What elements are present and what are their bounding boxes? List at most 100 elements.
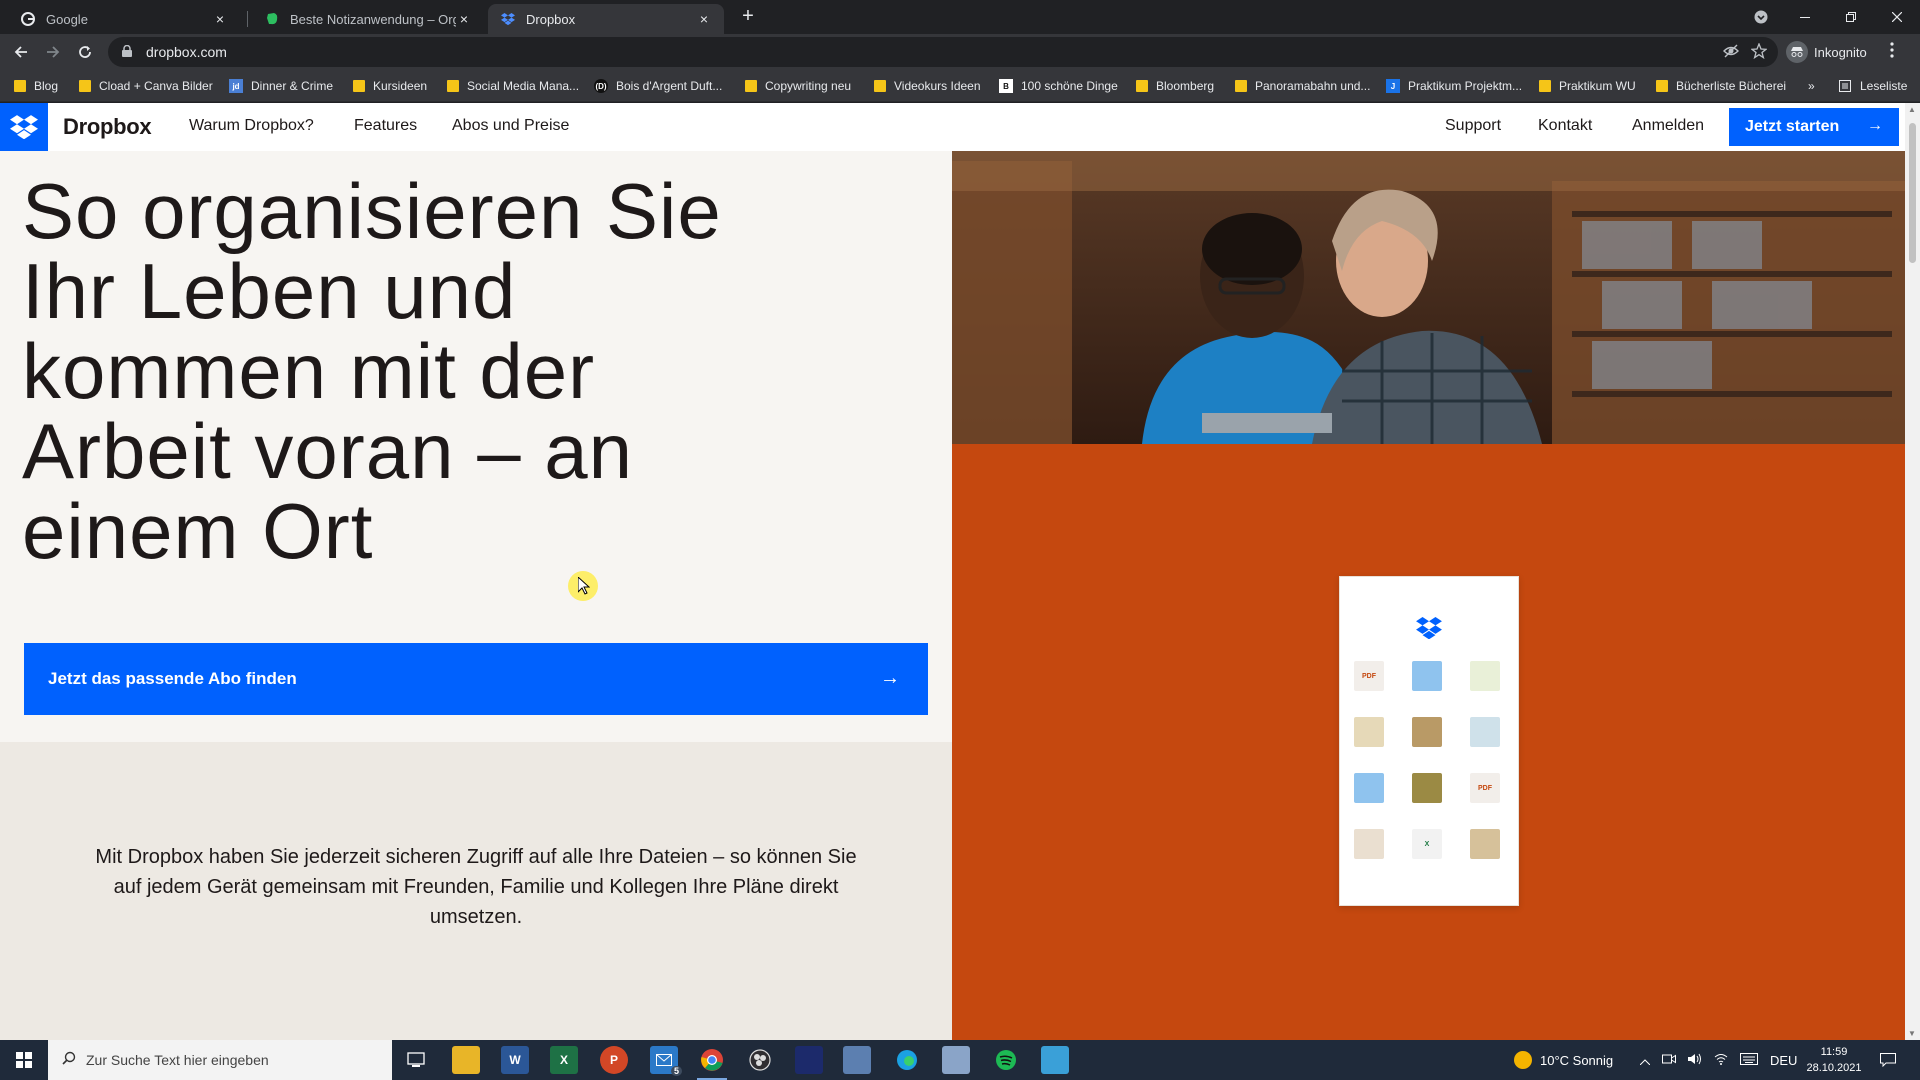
excel-icon[interactable]: X: [550, 1046, 578, 1074]
tracking-eye-off-icon[interactable]: [1723, 43, 1739, 63]
scrollbar-thumb[interactable]: [1909, 123, 1916, 263]
bookmark-label: Praktikum WU: [1559, 79, 1636, 93]
notepad-icon[interactable]: [942, 1046, 970, 1074]
hero-title-line: So organisieren Sie: [22, 167, 722, 255]
jetzt-starten-button[interactable]: Jetzt starten →: [1729, 108, 1899, 146]
wifi-icon[interactable]: [1714, 1053, 1728, 1068]
task-view-icon[interactable]: [402, 1046, 430, 1074]
folder-icon: [447, 80, 459, 92]
photo-editor-icon[interactable]: [1041, 1046, 1069, 1074]
brand-wordmark[interactable]: Dropbox: [63, 114, 152, 140]
taskbar-search-box[interactable]: Zur Suche Text hier eingeben: [48, 1040, 392, 1080]
browser-tab-bar: Google × Beste Notizanwendung – Organi ×…: [0, 0, 1920, 34]
bookmark-item[interactable]: Cload + Canva Bilder: [79, 77, 213, 95]
restore-icon[interactable]: [1828, 0, 1874, 34]
spotify-icon[interactable]: [992, 1046, 1020, 1074]
tab-title: Google: [46, 11, 88, 27]
folder-icon: [14, 80, 26, 92]
bookmark-item[interactable]: (D) Bois d'Argent Duft...: [594, 77, 722, 95]
jetzt-starten-label: Jetzt starten: [1745, 118, 1840, 135]
powerpoint-icon[interactable]: P: [600, 1046, 628, 1074]
word-icon[interactable]: W: [501, 1046, 529, 1074]
nav-anmelden[interactable]: Anmelden: [1632, 117, 1704, 135]
keyboard-icon[interactable]: [1740, 1052, 1758, 1068]
nav-kontakt[interactable]: Kontakt: [1538, 117, 1592, 135]
bookmark-item[interactable]: Praktikum WU: [1539, 77, 1636, 95]
reading-list-button[interactable]: Leseliste: [1838, 77, 1907, 95]
weather-widget[interactable]: 10°C Sonnig: [1514, 1040, 1613, 1080]
nav-support[interactable]: Support: [1445, 117, 1501, 135]
incognito-icon: [1786, 41, 1808, 63]
pdf-file-icon: PDF: [1354, 661, 1384, 691]
chevron-up-icon[interactable]: [1639, 1053, 1651, 1068]
bookmark-item[interactable]: Bücherliste Bücherei: [1656, 77, 1786, 95]
bookmark-item[interactable]: Panoramabahn und...: [1235, 77, 1370, 95]
bookmark-item[interactable]: Kursideen: [353, 77, 427, 95]
folder-icon: [1354, 773, 1384, 803]
image-file-icon: [1412, 773, 1442, 803]
minimize-icon[interactable]: [1782, 0, 1828, 34]
dropbox-icon: [500, 11, 516, 27]
close-icon[interactable]: ×: [696, 11, 712, 27]
taskbar-clock[interactable]: 11:59 28.10.2021: [1798, 1044, 1870, 1076]
scroll-up-icon[interactable]: ▲: [1908, 105, 1916, 114]
tab-notizanwendung[interactable]: Beste Notizanwendung – Organi ×: [252, 4, 484, 34]
bookmark-item[interactable]: Copywriting neu: [745, 77, 851, 95]
dropbox-logo-icon[interactable]: [0, 103, 48, 151]
folder-icon: [1539, 80, 1551, 92]
hero-illustration-panel: PDF PDF X: [952, 444, 1905, 1040]
evernote-icon: [264, 11, 280, 27]
file-explorer-icon[interactable]: [452, 1046, 480, 1074]
folder-icon: [1656, 80, 1668, 92]
tab-search-icon[interactable]: [1738, 0, 1784, 34]
abo-finden-button[interactable]: Jetzt das passende Abo finden →: [24, 643, 928, 715]
close-icon[interactable]: ×: [212, 11, 228, 27]
windows-start-icon[interactable]: [0, 1040, 48, 1080]
incognito-profile-button[interactable]: Inkognito: [1786, 40, 1867, 64]
bookmark-item[interactable]: Social Media Mana...: [447, 77, 579, 95]
obs-icon[interactable]: [746, 1046, 774, 1074]
arrow-right-icon: →: [880, 667, 900, 689]
google-icon: [20, 11, 36, 27]
nav-abos-und-preise[interactable]: Abos und Preise: [452, 117, 569, 135]
page-scrollbar[interactable]: ▲ ▼: [1905, 103, 1920, 1040]
nav-features[interactable]: Features: [354, 117, 417, 135]
bookmark-item[interactable]: B 100 schöne Dinge: [999, 77, 1118, 95]
bookmark-item[interactable]: Videokurs Ideen: [874, 77, 981, 95]
meet-now-icon[interactable]: [1662, 1053, 1676, 1068]
more-menu-icon[interactable]: [1890, 42, 1894, 63]
bookmark-item[interactable]: Blog: [14, 77, 58, 95]
bookmarks-overflow-button[interactable]: »: [1808, 77, 1815, 95]
forward-arrow-icon[interactable]: [40, 39, 66, 65]
edge-icon[interactable]: [893, 1046, 921, 1074]
notification-icon[interactable]: [1880, 1040, 1896, 1080]
language-indicator[interactable]: DEU: [1770, 1053, 1797, 1068]
image-file-icon: [1354, 829, 1384, 859]
hero-title-line: Ihr Leben und: [22, 247, 517, 335]
photos-icon[interactable]: [843, 1046, 871, 1074]
nav-warum-dropbox[interactable]: Warum Dropbox?: [189, 117, 314, 135]
bookmark-item[interactable]: J Praktikum Projektm...: [1386, 77, 1522, 95]
scroll-down-icon[interactable]: ▼: [1908, 1029, 1916, 1038]
image-file-icon: [1470, 661, 1500, 691]
j-icon: J: [1386, 79, 1400, 93]
search-placeholder: Zur Suche Text hier eingeben: [86, 1052, 269, 1068]
back-arrow-icon[interactable]: [8, 39, 34, 65]
chrome-icon[interactable]: [698, 1046, 726, 1074]
tab-dropbox[interactable]: Dropbox ×: [488, 4, 724, 34]
bookmark-item[interactable]: jd Dinner & Crime: [229, 77, 333, 95]
new-tab-button[interactable]: +: [737, 6, 759, 28]
volume-icon[interactable]: [1688, 1053, 1702, 1068]
hero-title-line: kommen mit der: [22, 327, 596, 415]
mail-icon[interactable]: 5: [650, 1046, 682, 1076]
bookmark-label: Cload + Canva Bilder: [99, 79, 213, 93]
reload-icon[interactable]: [72, 39, 98, 65]
window-close-icon[interactable]: [1874, 0, 1920, 34]
bookmark-star-icon[interactable]: [1750, 42, 1768, 63]
close-icon[interactable]: ×: [456, 11, 472, 27]
address-bar[interactable]: dropbox.com: [108, 37, 1778, 67]
bookmark-item[interactable]: Bloomberg: [1136, 77, 1214, 95]
bookmark-label: Bois d'Argent Duft...: [616, 79, 723, 93]
tab-google[interactable]: Google ×: [8, 4, 240, 34]
app-icon[interactable]: [795, 1046, 823, 1074]
